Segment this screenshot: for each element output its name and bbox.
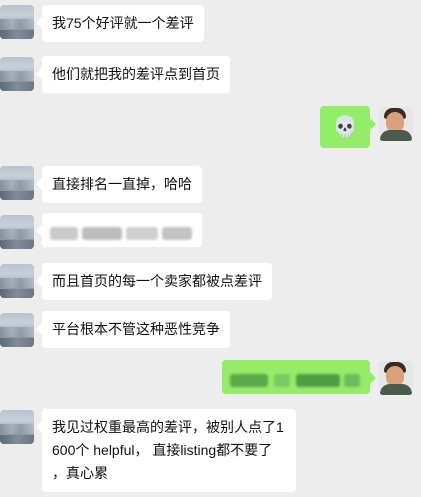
- message-bubble[interactable]: 平台根本不管这种恶性竞争: [36, 311, 230, 348]
- contact-avatar[interactable]: [0, 166, 34, 200]
- contact-avatar[interactable]: [0, 264, 34, 298]
- blurred-content: [82, 227, 122, 240]
- self-avatar[interactable]: [379, 107, 413, 141]
- contact-avatar[interactable]: [0, 5, 34, 39]
- blurred-content: [50, 227, 78, 240]
- blurred-content: [230, 374, 268, 387]
- message-text: 我75个好评就一个差评: [52, 15, 194, 31]
- message-text-line: 我见过权重最高的差评，被别人点了1: [52, 419, 284, 435]
- contact-avatar[interactable]: [0, 313, 34, 347]
- blurred-content: [344, 374, 360, 387]
- message-bubble[interactable]: 他们就把我的差评点到首页: [36, 56, 230, 93]
- message-bubble-blurred[interactable]: [36, 213, 202, 247]
- contact-avatar[interactable]: [0, 57, 34, 91]
- blurred-content: [274, 374, 290, 387]
- blurred-content: [126, 227, 158, 240]
- message-text: 平台根本不管这种恶性竞争: [52, 321, 220, 337]
- message-bubble[interactable]: 直接排名一直掉，哈哈: [36, 166, 202, 203]
- contact-avatar[interactable]: [0, 410, 34, 444]
- message-bubble[interactable]: 我75个好评就一个差评: [36, 5, 204, 42]
- message-text-line: ，真心累: [52, 465, 108, 481]
- message-text: 而且首页的每一个卖家都被点差评: [52, 273, 262, 289]
- self-avatar[interactable]: [379, 361, 413, 395]
- message-text: 他们就把我的差评点到首页: [52, 66, 220, 82]
- blurred-content: [296, 374, 340, 387]
- message-bubble-outgoing-blurred[interactable]: [222, 360, 376, 394]
- skull-emoji-icon: 💀: [332, 116, 358, 138]
- blurred-content: [162, 227, 192, 240]
- message-bubble[interactable]: 我见过权重最高的差评，被别人点了1 600个 helpful， 直接listin…: [36, 409, 296, 492]
- message-text: 直接排名一直掉，哈哈: [52, 176, 192, 192]
- contact-avatar[interactable]: [0, 215, 34, 249]
- message-bubble-outgoing[interactable]: 💀: [320, 106, 376, 148]
- message-text-line: 600个 helpful， 直接listing都不要了: [52, 442, 273, 458]
- message-bubble[interactable]: 而且首页的每一个卖家都被点差评: [36, 263, 272, 300]
